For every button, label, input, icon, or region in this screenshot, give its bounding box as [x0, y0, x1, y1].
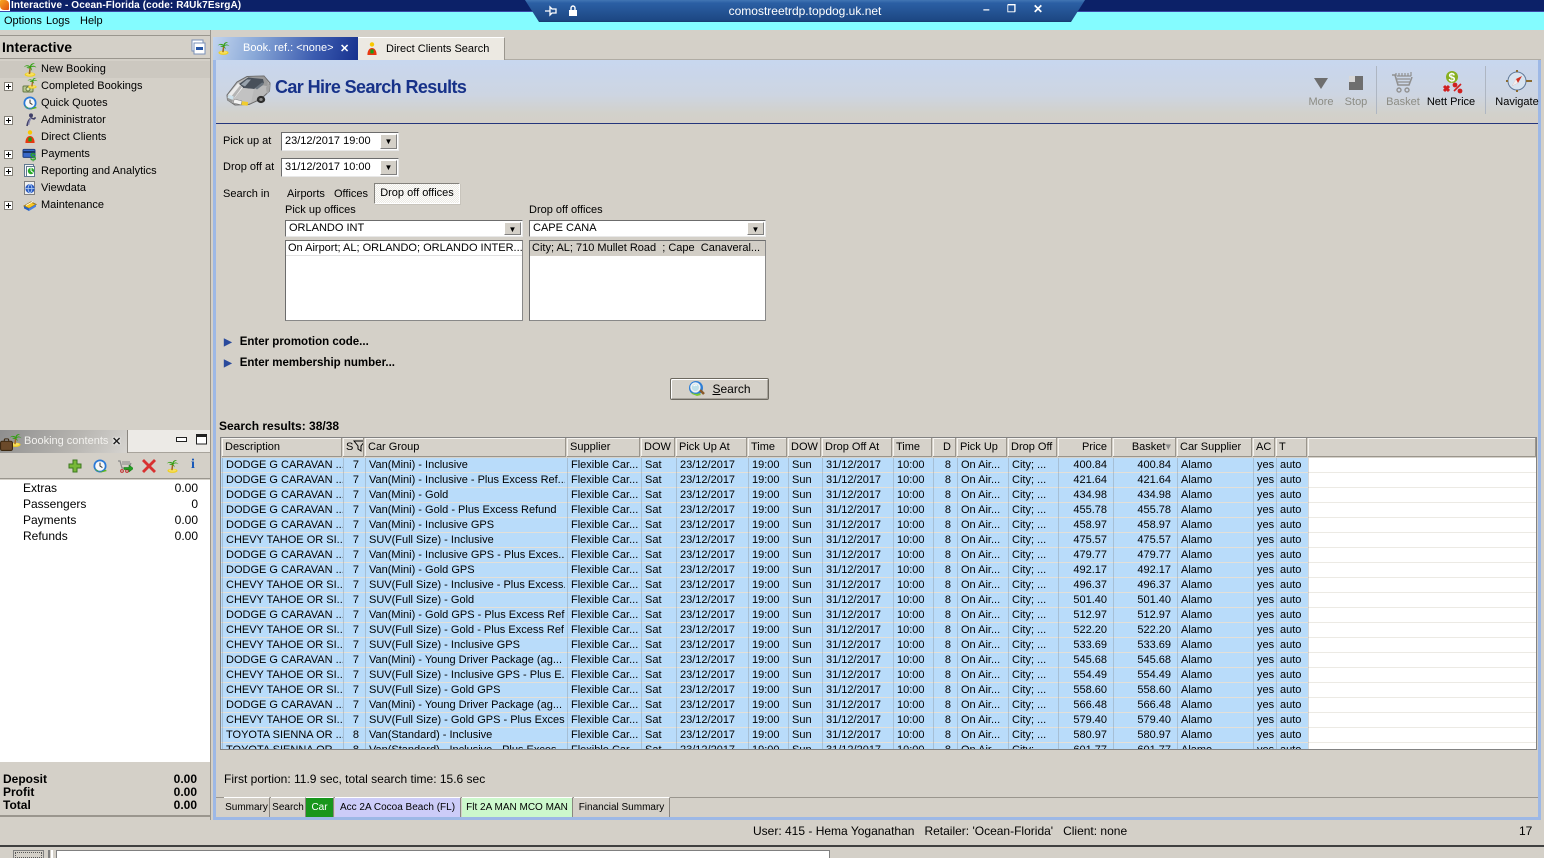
- svg-text:$: $: [30, 152, 36, 162]
- svg-text:$: $: [1449, 71, 1456, 85]
